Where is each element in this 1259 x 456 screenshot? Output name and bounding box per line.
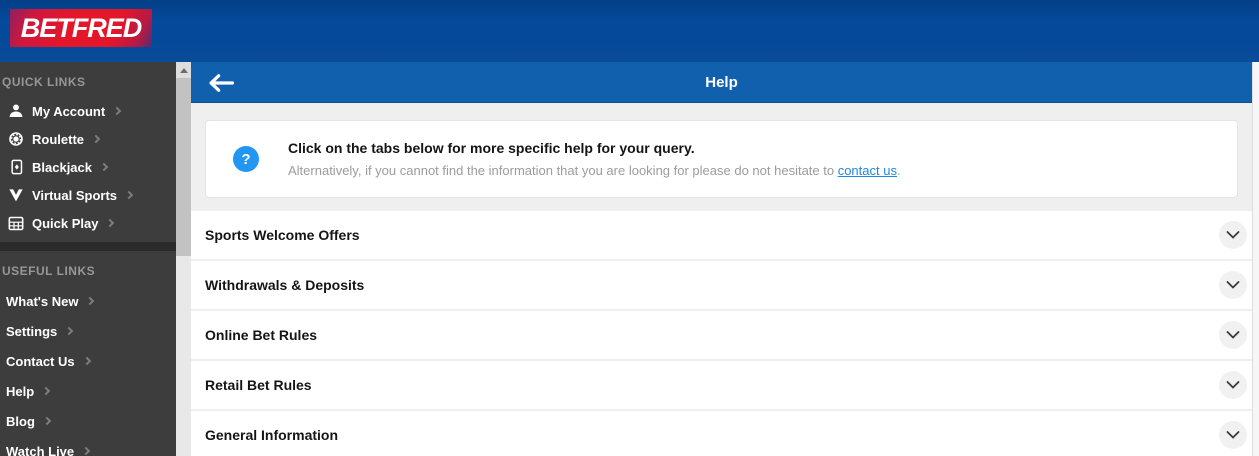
grid-icon <box>6 216 26 231</box>
roulette-icon <box>6 131 26 147</box>
chevron-right-icon <box>91 134 101 144</box>
sidebar-item-label: My Account <box>32 103 106 119</box>
accordion-section-label: Withdrawals & Deposits <box>205 277 365 293</box>
accordion-section-withdrawals-deposits[interactable]: Withdrawals & Deposits <box>191 261 1252 309</box>
accordion-section-sports-welcome-offers[interactable]: Sports Welcome Offers <box>191 211 1252 259</box>
chevron-down-icon[interactable] <box>1219 221 1247 249</box>
back-button[interactable] <box>209 62 234 103</box>
chevron-down-icon[interactable] <box>1219 271 1247 299</box>
sidebar-item-label: Help <box>6 383 35 399</box>
contact-us-link[interactable]: contact us <box>838 163 897 178</box>
chevron-right-icon <box>112 106 122 116</box>
betfred-logo[interactable]: BETFRED <box>10 9 152 47</box>
sidebar: QUICK LINKS My Account Roulette Blackjac… <box>0 62 176 456</box>
sidebar-item-watch-live[interactable]: Watch Live <box>0 436 176 456</box>
chevron-down-icon[interactable] <box>1219 371 1247 399</box>
help-header-bar: Help <box>191 62 1252 103</box>
accordion-section-online-bet-rules[interactable]: Online Bet Rules <box>191 311 1252 359</box>
chevron-right-icon <box>106 218 115 228</box>
question-mark-icon: ? <box>233 146 259 172</box>
sidebar-section-divider <box>0 242 176 251</box>
triangle-up-icon <box>179 67 188 73</box>
accordion-section-label: Online Bet Rules <box>205 327 318 343</box>
sidebar-item-label: Blog <box>6 413 35 429</box>
chevron-right-icon <box>82 356 91 366</box>
user-icon <box>6 103 26 119</box>
sidebar-item-quick-play[interactable]: Quick Play <box>0 209 176 237</box>
sidebar-item-my-account[interactable]: My Account <box>0 97 176 125</box>
main-content: Help ? Click on the tabs below for more … <box>191 62 1252 456</box>
help-accordion: Sports Welcome Offers Withdrawals & Depo… <box>191 211 1252 456</box>
betfred-help-page: BETFRED QUICK LINKS My Account Roulette … <box>0 0 1259 456</box>
sidebar-item-label: Contact Us <box>6 353 75 369</box>
accordion-section-label: Retail Bet Rules <box>205 377 312 393</box>
info-body-prefix: Alternatively, if you cannot find the in… <box>288 163 838 178</box>
accordion-section-label: General Information <box>205 427 339 443</box>
back-arrow-icon <box>209 73 234 92</box>
sidebar-scrollbar-thumb[interactable] <box>176 78 191 256</box>
chevron-down-icon[interactable] <box>1219 321 1247 349</box>
info-body-suffix: . <box>896 163 901 178</box>
accordion-section-label: Sports Welcome Offers <box>205 227 360 243</box>
chevron-right-icon <box>65 326 74 336</box>
accordion-section-retail-bet-rules[interactable]: Retail Bet Rules <box>191 361 1252 409</box>
top-header: BETFRED <box>0 0 1259 62</box>
sidebar-item-label: Quick Play <box>32 215 99 231</box>
chevron-right-icon <box>41 386 51 396</box>
scroll-up-button[interactable] <box>176 62 191 78</box>
sidebar-item-contact-us[interactable]: Contact Us <box>0 346 176 376</box>
sidebar-item-label: Watch Live <box>6 443 75 456</box>
betfred-logo-text: BETFRED <box>20 12 142 43</box>
info-heading: Click on the tabs below for more specifi… <box>288 140 695 156</box>
chevron-down-icon[interactable] <box>1219 421 1247 449</box>
useful-links-heading: USEFUL LINKS <box>2 264 96 278</box>
help-info-card: ? Click on the tabs below for more speci… <box>205 120 1238 198</box>
chevron-right-icon <box>81 446 91 456</box>
sidebar-item-label: Virtual Sports <box>32 187 118 203</box>
sidebar-item-label: Roulette <box>32 131 84 147</box>
chevron-right-icon <box>42 416 52 426</box>
page-title: Help <box>705 73 738 91</box>
sidebar-item-label: Settings <box>6 323 58 339</box>
chevron-right-icon <box>124 190 134 200</box>
sidebar-item-help[interactable]: Help <box>0 376 176 406</box>
sidebar-item-label: Blackjack <box>32 159 92 175</box>
accordion-section-general-information[interactable]: General Information <box>191 411 1252 456</box>
chevron-right-icon <box>86 296 95 306</box>
cards-icon <box>6 159 26 175</box>
virtual-sports-icon <box>6 188 26 202</box>
sidebar-item-roulette[interactable]: Roulette <box>0 125 176 153</box>
info-text: Click on the tabs below for more specifi… <box>288 140 901 178</box>
sidebar-item-whats-new[interactable]: What's New <box>0 286 176 316</box>
sidebar-item-blog[interactable]: Blog <box>0 406 176 436</box>
page-scrollbar[interactable] <box>1252 62 1259 456</box>
sidebar-item-settings[interactable]: Settings <box>0 316 176 346</box>
sidebar-item-blackjack[interactable]: Blackjack <box>0 153 176 181</box>
chevron-right-icon <box>99 162 109 172</box>
quick-links-heading: QUICK LINKS <box>2 75 86 89</box>
sidebar-scrollbar[interactable] <box>176 62 191 456</box>
sidebar-item-label: What's New <box>6 293 79 309</box>
sidebar-item-virtual-sports[interactable]: Virtual Sports <box>0 181 176 209</box>
info-body: Alternatively, if you cannot find the in… <box>288 163 901 178</box>
